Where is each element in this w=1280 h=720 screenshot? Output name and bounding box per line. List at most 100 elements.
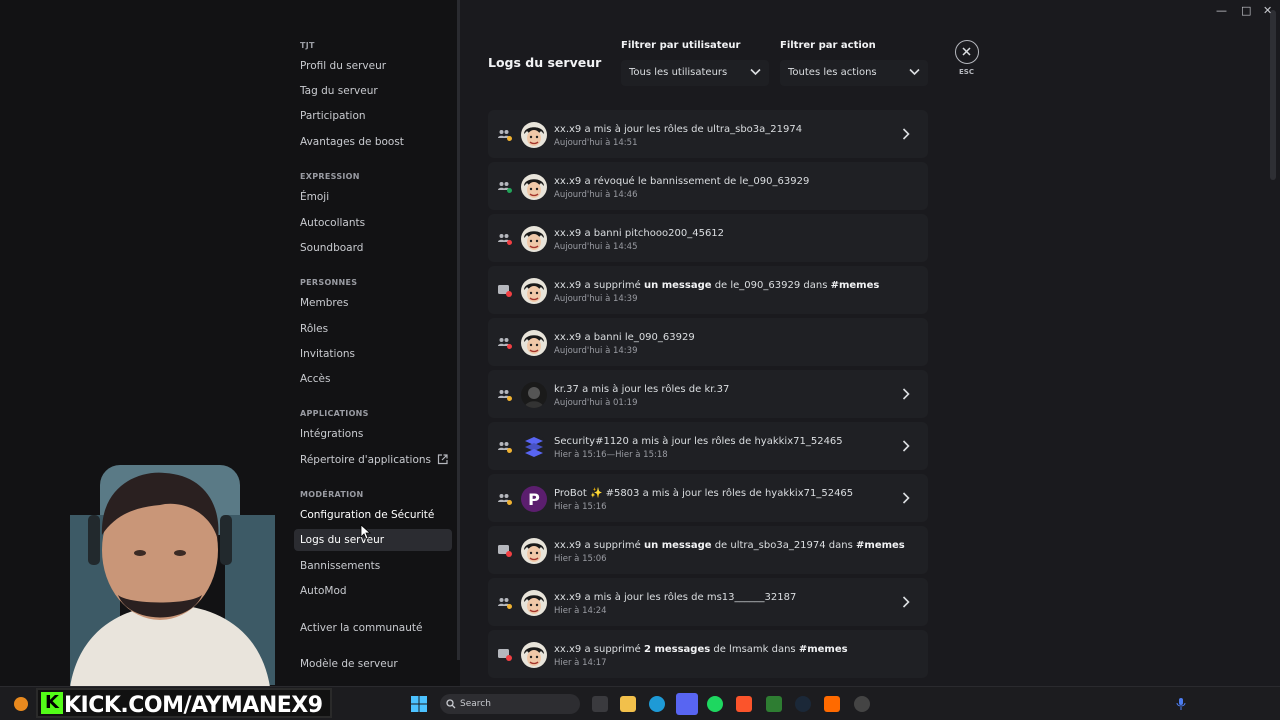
filter-user-label: Filtrer par utilisateur bbox=[621, 40, 741, 51]
member-role-update-icon bbox=[498, 494, 512, 505]
audit-log-row: xx.x9 a révoqué le bannissement de le_09… bbox=[488, 162, 928, 210]
nav-app-directory-label: Répertoire d'applications bbox=[300, 454, 432, 466]
nav-emoji[interactable]: Émoji bbox=[294, 186, 452, 208]
audit-log-text: xx.x9 a banni pitchooo200_45612 bbox=[554, 228, 725, 239]
nav-invites[interactable]: Invitations bbox=[294, 343, 452, 365]
audit-log-row[interactable]: xx.x9 a mis à jour les rôles de ms13____… bbox=[488, 578, 928, 626]
moderation-heading: MODÉRATION bbox=[300, 490, 364, 499]
apps-heading: APPLICATIONS bbox=[300, 409, 369, 418]
nav-audit-logs[interactable]: Logs du serveur bbox=[294, 529, 452, 551]
nav-app-directory[interactable]: Répertoire d'applications bbox=[294, 449, 452, 471]
user-avatar[interactable] bbox=[521, 330, 547, 356]
user-avatar[interactable]: P bbox=[521, 486, 547, 512]
filter-action-label: Filtrer par action bbox=[780, 40, 876, 51]
brave-icon[interactable] bbox=[736, 696, 752, 712]
user-avatar[interactable] bbox=[521, 382, 547, 408]
audit-log-timestamp: Hier à 15:06 bbox=[554, 554, 607, 564]
minimize-button[interactable]: — bbox=[1216, 4, 1227, 17]
user-avatar[interactable] bbox=[521, 226, 547, 252]
audit-log-text: ProBot ✨ #5803 a mis à jour les rôles de… bbox=[554, 488, 854, 499]
kick-logo-icon: K bbox=[41, 692, 63, 714]
user-avatar[interactable] bbox=[521, 642, 547, 668]
taskbar-search[interactable]: Search bbox=[440, 694, 580, 714]
streaming-app-icon[interactable] bbox=[766, 696, 782, 712]
member-ban-icon bbox=[498, 338, 512, 349]
chevron-right-icon[interactable] bbox=[902, 128, 910, 140]
user-avatar[interactable] bbox=[521, 590, 547, 616]
close-icon bbox=[962, 47, 971, 56]
discord-taskbar-icon[interactable] bbox=[676, 693, 698, 715]
audit-log-row[interactable]: xx.x9 a mis à jour les rôles de ultra_sb… bbox=[488, 110, 928, 158]
close-settings-button[interactable] bbox=[955, 40, 979, 64]
edge-icon[interactable] bbox=[649, 696, 665, 712]
audit-log-text: Security#1120 a mis à jour les rôles de … bbox=[554, 436, 843, 447]
filter-user-value: Tous les utilisateurs bbox=[629, 67, 728, 78]
chevron-right-icon[interactable] bbox=[902, 440, 910, 452]
window-close-button[interactable]: ✕ bbox=[1263, 4, 1272, 17]
nav-soundboard[interactable]: Soundboard bbox=[294, 237, 452, 259]
user-avatar[interactable] bbox=[521, 538, 547, 564]
windows-start-icon[interactable] bbox=[411, 696, 427, 712]
scrollbar[interactable] bbox=[1270, 10, 1276, 180]
nav-stickers[interactable]: Autocollants bbox=[294, 212, 452, 234]
filter-user-select[interactable]: Tous les utilisateurs bbox=[621, 60, 769, 86]
nav-enable-community[interactable]: Activer la communauté bbox=[294, 617, 452, 639]
audit-log-row: xx.x9 a supprimé un message de le_090_63… bbox=[488, 266, 928, 314]
audit-log-timestamp: Aujourd'hui à 14:51 bbox=[554, 138, 638, 148]
nav-boost-perks[interactable]: Avantages de boost bbox=[294, 131, 452, 153]
steam-icon[interactable] bbox=[795, 696, 811, 712]
member-role-update-icon bbox=[498, 130, 512, 141]
audit-log-text: kr.37 a mis à jour les rôles de kr.37 bbox=[554, 384, 730, 395]
user-avatar[interactable] bbox=[521, 122, 547, 148]
filter-action-value: Toutes les actions bbox=[788, 67, 877, 78]
audit-log-timestamp: Hier à 15:16 bbox=[554, 502, 607, 512]
nav-integrations[interactable]: Intégrations bbox=[294, 423, 452, 445]
app-icon[interactable] bbox=[824, 696, 840, 712]
user-avatar[interactable] bbox=[521, 278, 547, 304]
kick-banner-text: KICK.COM/AYMANEX9 bbox=[64, 693, 323, 718]
chevron-down-icon bbox=[750, 68, 761, 76]
member-role-update-icon bbox=[498, 390, 512, 401]
nav-access[interactable]: Accès bbox=[294, 368, 452, 390]
spotify-icon[interactable] bbox=[707, 696, 723, 712]
page-title: Logs du serveur bbox=[488, 55, 602, 70]
audit-log-text: xx.x9 a mis à jour les rôles de ms13____… bbox=[554, 592, 797, 603]
nav-server-template[interactable]: Modèle de serveur bbox=[294, 653, 452, 675]
task-view-icon[interactable] bbox=[592, 696, 608, 712]
file-explorer-icon[interactable] bbox=[620, 696, 636, 712]
nav-security-config[interactable]: Configuration de Sécurité bbox=[294, 504, 452, 526]
audit-log-row[interactable]: kr.37 a mis à jour les rôles de kr.37 Auj… bbox=[488, 370, 928, 418]
microphone-icon[interactable] bbox=[1176, 698, 1186, 710]
settings-taskbar-icon[interactable] bbox=[854, 696, 870, 712]
audit-log-panel: Logs du serveur Filtrer par utilisateur … bbox=[460, 0, 1280, 686]
kick-banner: K KICK.COM/AYMANEX9 bbox=[36, 688, 332, 718]
user-avatar[interactable] bbox=[521, 174, 547, 200]
nav-members[interactable]: Membres bbox=[294, 292, 452, 314]
audit-log-row: xx.x9 a banni pitchooo200_45612 Aujourd'h… bbox=[488, 214, 928, 262]
people-heading: PERSONNES bbox=[300, 278, 358, 287]
cursor-icon bbox=[360, 524, 372, 540]
nav-roles[interactable]: Rôles bbox=[294, 318, 452, 340]
chevron-right-icon[interactable] bbox=[902, 492, 910, 504]
audit-log-text: xx.x9 a mis à jour les rôles de ultra_sb… bbox=[554, 124, 803, 135]
chevron-right-icon[interactable] bbox=[902, 596, 910, 608]
chevron-right-icon[interactable] bbox=[902, 388, 910, 400]
audit-log-text: xx.x9 a révoqué le bannissement de le_09… bbox=[554, 176, 810, 187]
webcam-overlay bbox=[70, 465, 275, 687]
weather-icon[interactable] bbox=[14, 697, 28, 711]
esc-label: ESC bbox=[959, 68, 974, 76]
nav-participation[interactable]: Participation bbox=[294, 105, 452, 127]
nav-server-tag[interactable]: Tag du serveur bbox=[294, 80, 452, 102]
nav-server-profile[interactable]: Profil du serveur bbox=[294, 55, 452, 77]
nav-bans[interactable]: Bannissements bbox=[294, 555, 452, 577]
audit-log-row[interactable]: P ProBot ✨ #5803 a mis à jour les rôles d… bbox=[488, 474, 928, 522]
audit-log-timestamp: Aujourd'hui à 14:39 bbox=[554, 346, 638, 356]
filter-action-select[interactable]: Toutes les actions bbox=[780, 60, 928, 86]
message-delete-icon bbox=[498, 545, 512, 557]
maximize-button[interactable]: □ bbox=[1241, 4, 1251, 17]
audit-log-row: xx.x9 a supprimé un message de ultra_sbo… bbox=[488, 526, 928, 574]
audit-log-row[interactable]: Security#1120 a mis à jour les rôles de … bbox=[488, 422, 928, 470]
user-avatar[interactable] bbox=[521, 434, 547, 460]
server-name-heading: TJT bbox=[300, 41, 315, 50]
nav-automod[interactable]: AutoMod bbox=[294, 580, 452, 602]
